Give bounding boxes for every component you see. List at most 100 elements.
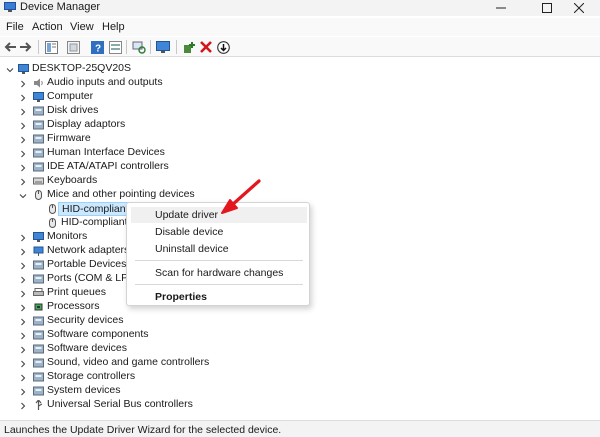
chevron-down-icon[interactable] [19, 191, 27, 199]
portable-icon [33, 260, 44, 270]
toolbar-separator [126, 40, 127, 54]
chevron-right-icon[interactable] [19, 135, 27, 144]
chevron-right-icon[interactable] [19, 275, 27, 284]
uninstall-device-menu-item[interactable]: Uninstall device [131, 241, 307, 257]
tree-category-item[interactable]: Software components [0, 328, 300, 342]
hid-icon [33, 148, 44, 158]
chevron-right-icon[interactable] [19, 177, 27, 186]
tree-category-item[interactable]: Storage controllers [0, 370, 300, 384]
tree-item-label: Ports (COM & LPT) [47, 272, 139, 284]
properties-menu-item[interactable]: Properties [131, 289, 307, 305]
chevron-right-icon[interactable] [19, 289, 27, 298]
tree-category-item[interactable]: Display adaptors [0, 118, 300, 132]
monitor-button[interactable] [156, 40, 170, 54]
forward-button[interactable] [19, 40, 33, 54]
add-driver-icon [183, 41, 195, 53]
scan-hardware-menu-item[interactable]: Scan for hardware changes [131, 265, 307, 281]
chevron-right-icon[interactable] [19, 233, 27, 242]
tree-item-label: Audio inputs and outputs [47, 76, 163, 88]
tree-category-item[interactable]: Software devices [0, 342, 300, 356]
tree-category-item[interactable]: Audio inputs and outputs [0, 76, 300, 90]
disable-device-menu-item[interactable]: Disable device [131, 224, 307, 240]
tree-category-item[interactable]: Security devices [0, 314, 300, 328]
action-list-button[interactable] [108, 40, 122, 54]
tree-category-item[interactable]: Sound, video and game controllers [0, 356, 300, 370]
usb-icon [33, 399, 44, 410]
tree-category-item[interactable]: Firmware [0, 132, 300, 146]
printer-icon [33, 288, 44, 298]
tree-item-label: Portable Devices [47, 258, 127, 270]
chevron-right-icon[interactable] [19, 121, 27, 130]
tree-category-item[interactable]: Disk drives [0, 104, 300, 118]
status-text: Launches the Update Driver Wizard for th… [4, 424, 282, 436]
svg-text:?: ? [95, 43, 101, 54]
window-title: Device Manager [20, 1, 101, 13]
chevron-right-icon[interactable] [19, 149, 27, 158]
toolbar-separator [150, 40, 151, 54]
chevron-right-icon[interactable] [19, 261, 27, 270]
uninstall-button[interactable] [199, 40, 213, 54]
menu-file[interactable]: File [6, 21, 24, 33]
chevron-right-icon[interactable] [19, 359, 27, 368]
tree-category-item[interactable]: Keyboards [0, 174, 300, 188]
chevron-right-icon[interactable] [19, 247, 27, 256]
help-icon: ? [90, 40, 104, 54]
menu-separator [135, 284, 303, 285]
maximize-icon [542, 3, 552, 13]
tree-root[interactable]: DESKTOP-25QV20S [0, 62, 200, 76]
download-circle-icon [216, 40, 230, 54]
tree-category-item[interactable]: System devices [0, 384, 300, 398]
enable-device-button[interactable] [216, 40, 230, 54]
back-arrow-icon [4, 42, 16, 52]
properties-view-button[interactable] [44, 40, 58, 54]
device-manager-icon [4, 2, 16, 12]
tree-item-label: Software components [47, 328, 149, 340]
software-component-icon [33, 330, 44, 340]
update-driver-button[interactable] [182, 40, 196, 54]
tree-category-item[interactable]: Mice and other pointing devices [0, 188, 300, 202]
mouse-icon [47, 218, 58, 228]
back-button[interactable] [3, 40, 17, 54]
scan-changes-icon [132, 41, 146, 54]
chevron-right-icon[interactable] [19, 107, 27, 116]
show-hidden-button[interactable] [66, 40, 80, 54]
toolbar-separator [38, 40, 39, 54]
chevron-right-icon[interactable] [19, 401, 27, 410]
minimize-button[interactable] [480, 0, 522, 16]
mouse-icon [33, 190, 44, 200]
scan-changes-button[interactable] [132, 40, 146, 54]
chevron-right-icon[interactable] [19, 93, 27, 102]
menu-view[interactable]: View [70, 21, 94, 33]
uninstall-x-icon [200, 41, 212, 53]
chevron-down-icon[interactable] [6, 65, 14, 73]
action-list-icon [108, 40, 122, 54]
mouse-icon [47, 204, 58, 214]
chevron-right-icon[interactable] [19, 317, 27, 326]
software-device-icon [33, 344, 44, 354]
sound-icon [33, 358, 44, 368]
menu-action[interactable]: Action [32, 21, 63, 33]
tree-item-label: Processors [47, 300, 100, 312]
menu-separator [135, 260, 303, 261]
tree-category-item[interactable]: Computer [0, 90, 300, 104]
chevron-right-icon[interactable] [19, 345, 27, 354]
status-bar: Launches the Update Driver Wizard for th… [0, 420, 600, 437]
tree-item-label: Keyboards [47, 174, 98, 186]
chevron-right-icon[interactable] [19, 373, 27, 382]
minimize-icon [496, 7, 506, 9]
chevron-right-icon[interactable] [19, 387, 27, 396]
update-driver-menu-item[interactable]: Update driver [131, 207, 307, 223]
tree-category-item[interactable]: Human Interface Devices [0, 146, 300, 160]
computer-icon [33, 92, 44, 102]
tree-category-item[interactable]: IDE ATA/ATAPI controllers [0, 160, 300, 174]
chevron-right-icon[interactable] [19, 303, 27, 312]
chevron-right-icon[interactable] [19, 331, 27, 340]
chevron-right-icon[interactable] [19, 79, 27, 88]
tree-item-label: Human Interface Devices [47, 146, 165, 158]
chevron-right-icon[interactable] [19, 163, 27, 172]
tree-item-label: Storage controllers [47, 370, 136, 382]
tree-category-item[interactable]: Universal Serial Bus controllers [0, 398, 300, 412]
close-button[interactable] [558, 0, 600, 16]
menu-help[interactable]: Help [102, 21, 125, 33]
help-button[interactable]: ? [90, 40, 104, 54]
